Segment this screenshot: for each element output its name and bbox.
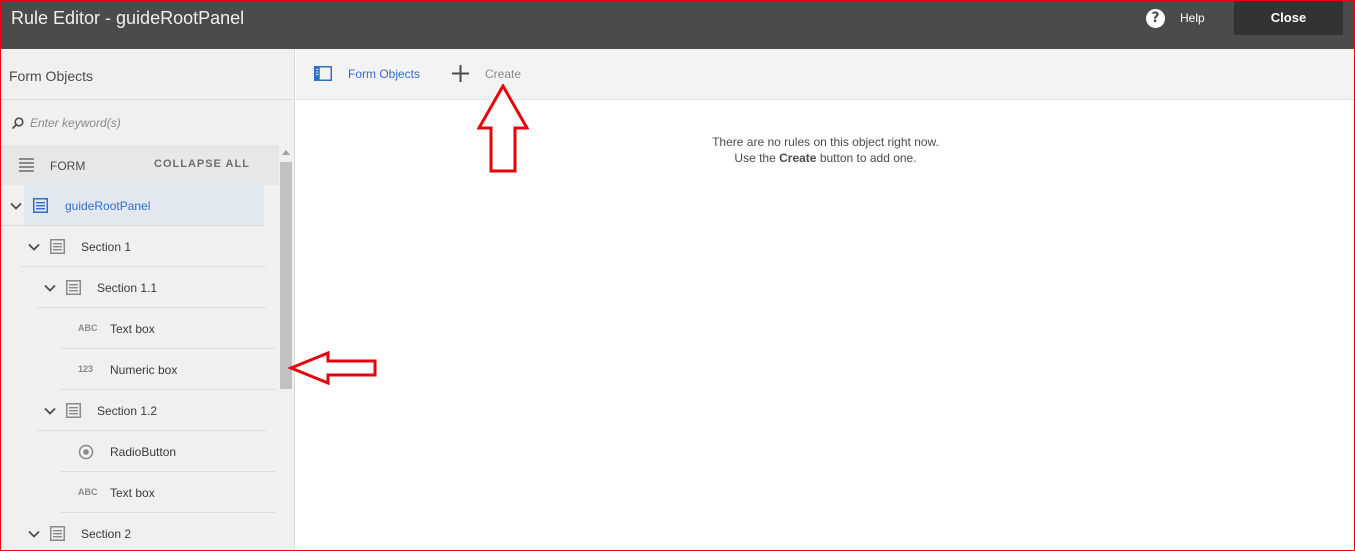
collapse-all-button[interactable]: COLLAPSE ALL xyxy=(154,158,250,170)
tree-item[interactable]: Section 1.2 xyxy=(0,390,279,431)
tree-item[interactable]: ABC Text box xyxy=(0,308,279,349)
title-bar: Rule Editor - guideRootPanel ? Help Clos… xyxy=(0,0,1355,49)
empty-rules-message: There are no rules on this object right … xyxy=(296,134,1355,166)
tree-item-label: Section 1 xyxy=(81,240,132,254)
tree-item[interactable]: 123 Numeric box xyxy=(0,349,279,390)
tree-item-label: guideRootPanel xyxy=(65,199,151,213)
tree-item[interactable]: Section 2 xyxy=(0,513,279,551)
empty-message-line2: Use the Create button to add one. xyxy=(296,150,1355,166)
form-icon xyxy=(19,158,34,172)
form-objects-toggle[interactable]: Form Objects xyxy=(314,66,420,81)
chevron-down-icon[interactable] xyxy=(27,240,41,254)
chevron-down-icon[interactable] xyxy=(27,527,41,541)
empty-message-text: Use the xyxy=(734,151,780,165)
tree-item-label: Text box xyxy=(110,486,155,500)
sidebar-title: Form Objects xyxy=(9,68,94,84)
create-emphasis: Create xyxy=(779,151,817,165)
help-label: Help xyxy=(1180,11,1205,25)
chevron-down-icon[interactable] xyxy=(43,404,57,418)
textbox-icon: ABC xyxy=(78,487,98,497)
panel-icon xyxy=(50,526,65,544)
tree-item[interactable]: guideRootPanel xyxy=(0,185,279,226)
panel-icon xyxy=(33,198,48,216)
radio-icon xyxy=(78,444,94,463)
help-button[interactable]: ? Help xyxy=(1146,8,1205,28)
close-button[interactable]: Close xyxy=(1234,0,1343,35)
form-objects-sidebar: Form Objects FORM COLLAPSE ALL guideRoot… xyxy=(0,49,295,551)
tree-item[interactable]: Section 1.1 xyxy=(0,267,279,308)
tree-item-label: Text box xyxy=(110,322,155,336)
empty-message-line1: There are no rules on this object right … xyxy=(712,135,939,149)
rule-toolbar: Form Objects Create xyxy=(296,49,1355,100)
tree-item[interactable]: RadioButton xyxy=(0,431,279,472)
panel-icon xyxy=(66,280,81,298)
empty-message-text: button to add one. xyxy=(816,151,917,165)
chevron-down-icon[interactable] xyxy=(43,281,57,295)
chevron-down-icon[interactable] xyxy=(9,199,23,213)
panel-icon xyxy=(66,403,81,421)
search-box xyxy=(0,100,295,145)
scroll-up-arrow-icon[interactable] xyxy=(282,150,290,155)
tree-item[interactable]: ABC Text box xyxy=(0,472,279,513)
create-label: Create xyxy=(485,66,522,81)
up-arrow-annotation-icon xyxy=(477,84,529,173)
form-objects-label: Form Objects xyxy=(348,66,421,81)
form-object-tree: guideRootPanel Section 1 Section 1.1 ABC Tex… xyxy=(0,185,279,551)
search-input[interactable] xyxy=(30,114,270,132)
tree-scrollbar[interactable] xyxy=(279,146,293,551)
left-arrow-annotation-icon xyxy=(288,351,377,385)
plus-icon xyxy=(452,65,469,82)
search-icon xyxy=(11,117,24,130)
help-icon: ? xyxy=(1146,8,1165,28)
textbox-icon: ABC xyxy=(78,323,98,333)
tree-item-label: Section 2 xyxy=(81,527,132,541)
tree-item-label: Section 1.1 xyxy=(97,281,158,295)
form-label: FORM xyxy=(50,159,86,173)
tree-item-label: Section 1.2 xyxy=(97,404,158,418)
form-header: FORM COLLAPSE ALL xyxy=(0,145,279,185)
tree-item-label: Numeric box xyxy=(110,363,178,377)
panel-icon xyxy=(50,239,65,257)
tree-item-label: RadioButton xyxy=(110,445,177,459)
tree-item[interactable]: Section 1 xyxy=(0,226,279,267)
sidebar-toggle-icon xyxy=(314,66,332,81)
window-title: Rule Editor - guideRootPanel xyxy=(11,8,245,28)
numericbox-icon: 123 xyxy=(78,364,94,374)
create-button[interactable]: Create xyxy=(451,64,521,83)
